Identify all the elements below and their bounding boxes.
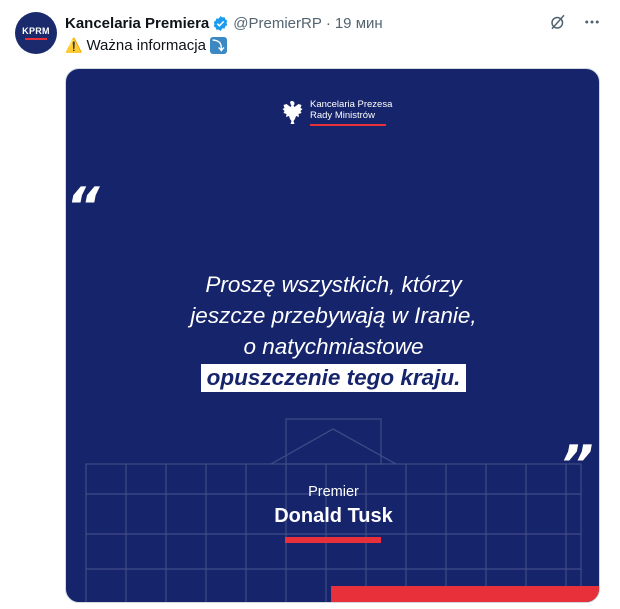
tweet: KPRM Kancelaria Premiera @PremierRP · 19… xyxy=(0,0,620,609)
author-handle[interactable]: @PremierRP xyxy=(233,15,322,32)
author-name[interactable]: Kancelaria Premiera xyxy=(65,15,209,32)
message-line-1: Proszę wszystkich, którzy xyxy=(205,272,462,297)
tweet-actions xyxy=(548,12,602,32)
quote-message: Proszę wszystkich, którzy jeszcze przeby… xyxy=(66,269,599,393)
avatar-underline xyxy=(25,38,47,40)
arrow-down-right-icon: ⤵ xyxy=(209,37,227,54)
logo-line-1: Kancelaria Prezesa xyxy=(310,99,393,110)
building-illustration xyxy=(85,418,582,602)
message-line-2: jeszcze przebywają w Iranie, xyxy=(190,303,477,328)
kprm-logo: Kancelaria Prezesa Rady Ministrów xyxy=(279,99,392,127)
grok-icon[interactable] xyxy=(548,12,568,32)
tweet-text: ⚠️ Ważna informacja ⤵ xyxy=(65,37,227,54)
avatar[interactable]: KPRM xyxy=(15,12,57,54)
warning-icon: ⚠️ xyxy=(65,37,83,53)
red-corner-stripe xyxy=(331,586,599,602)
message-highlight: opuszczenie tego kraju. xyxy=(200,364,467,392)
verified-icon xyxy=(214,15,228,31)
avatar-text: KPRM xyxy=(22,26,50,36)
name-underline xyxy=(285,537,381,543)
eagle-emblem-icon xyxy=(282,101,303,124)
message-line-3: o natychmiastowe xyxy=(243,334,424,359)
tweet-text-content: Ważna informacja xyxy=(86,37,206,54)
logo-underline xyxy=(310,124,386,126)
separator-dot: · xyxy=(325,14,331,32)
more-icon[interactable] xyxy=(582,12,602,32)
person-role: Premier xyxy=(308,484,359,500)
timestamp[interactable]: 19 мин xyxy=(335,15,383,32)
open-quote-mark: “ xyxy=(66,177,99,237)
person-name: Donald Tusk xyxy=(274,505,393,527)
logo-line-2: Rady Ministrów xyxy=(310,110,375,121)
tweet-image[interactable]: Kancelaria Prezesa Rady Ministrów “ Pros… xyxy=(65,68,600,603)
tweet-header: Kancelaria Premiera @PremierRP · 19 мин xyxy=(65,13,383,33)
